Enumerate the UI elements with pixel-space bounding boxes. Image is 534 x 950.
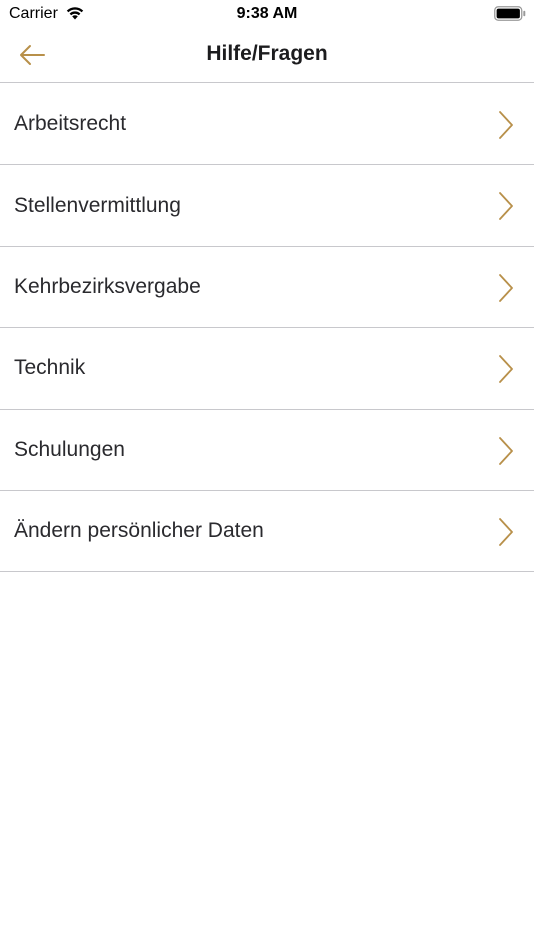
list-item-label: Technik	[14, 356, 86, 380]
list-item-label: Schulungen	[14, 437, 125, 461]
list-item[interactable]: Ändern persönlicher Daten	[0, 491, 534, 573]
chevron-right-icon	[499, 518, 513, 546]
status-time: 9:38 AM	[236, 5, 298, 22]
status-bar: Carrier 9:38 AM	[0, 0, 534, 28]
chevron-right-icon	[499, 273, 513, 302]
list-item-label: Stellenvermittlung	[14, 193, 181, 217]
list-item[interactable]: Schulungen	[0, 410, 534, 491]
list-item-label: Kehrbezirksvergabe	[14, 274, 201, 298]
battery-icon	[494, 6, 526, 21]
list-item[interactable]: Stellenvermittlung	[0, 165, 534, 247]
chevron-right-icon	[499, 111, 513, 139]
chevron-right-icon	[499, 355, 513, 384]
list-item-label: Arbeitsrecht	[14, 112, 127, 136]
list-item[interactable]: Arbeitsrecht	[0, 84, 534, 166]
list-item-label: Ändern persönlicher Daten	[14, 519, 264, 543]
list-item[interactable]: Technik	[0, 328, 534, 410]
list-item[interactable]: Kehrbezirksvergabe	[0, 247, 534, 329]
chevron-right-icon	[499, 436, 513, 465]
help-topics-list: Arbeitsrecht Stellenvermittlung Kehrbezirk…	[0, 84, 534, 573]
navigation-bar: Hilfe/Fragen	[0, 28, 534, 83]
page-title: Hilfe/Fragen	[206, 42, 328, 65]
chevron-right-icon	[499, 192, 513, 221]
